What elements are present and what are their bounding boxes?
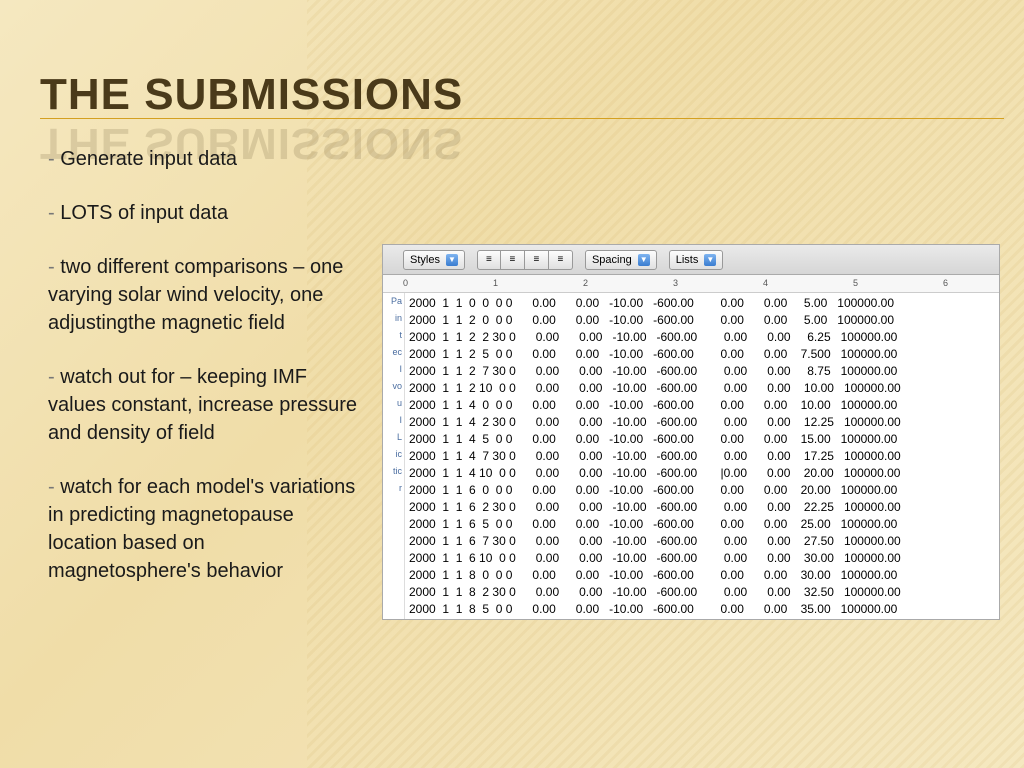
styles-dropdown[interactable]: Styles ▼ <box>403 250 465 270</box>
ruler-mark: 4 <box>763 278 768 288</box>
bullet-item: - LOTS of input data <box>48 199 358 227</box>
bullet-item: - two different comparisons – one varyin… <box>48 253 358 337</box>
ruler-mark: 5 <box>853 278 858 288</box>
embedded-editor-screenshot: Styles ▼ ≡ ≡ ≡ ≡ Spacing ▼ Lists ▼ 0 1 2… <box>382 244 1000 620</box>
align-center-icon[interactable]: ≡ <box>501 250 525 270</box>
ruler-mark: 0 <box>403 278 408 288</box>
alignment-group: ≡ ≡ ≡ ≡ <box>477 250 573 270</box>
ruler-mark: 3 <box>673 278 678 288</box>
bullet-item: - Generate input data <box>48 145 358 173</box>
bullet-list: - Generate input data - LOTS of input da… <box>48 145 358 611</box>
align-justify-icon[interactable]: ≡ <box>549 250 573 270</box>
lists-label: Lists <box>676 254 699 266</box>
ruler-mark: 2 <box>583 278 588 288</box>
slide-title: THE SUBMISSIONS <box>40 70 463 120</box>
dropdown-arrow-icon: ▼ <box>638 254 650 266</box>
spacing-dropdown[interactable]: Spacing ▼ <box>585 250 657 270</box>
lists-dropdown[interactable]: Lists ▼ <box>669 250 724 270</box>
dropdown-arrow-icon: ▼ <box>704 254 716 266</box>
left-margin-strip: Pain tec Ivou ILicticr <box>383 293 405 619</box>
bullet-item: - watch out for – keeping IMF values con… <box>48 363 358 447</box>
editor-toolbar: Styles ▼ ≡ ≡ ≡ ≡ Spacing ▼ Lists ▼ <box>383 245 999 275</box>
align-left-icon[interactable]: ≡ <box>477 250 501 270</box>
title-divider <box>40 118 1004 119</box>
align-right-icon[interactable]: ≡ <box>525 250 549 270</box>
bullet-item: - watch for each model's variations in p… <box>48 473 358 585</box>
ruler-mark: 1 <box>493 278 498 288</box>
ruler: 0 1 2 3 4 5 6 <box>383 275 999 293</box>
dropdown-arrow-icon: ▼ <box>446 254 458 266</box>
styles-label: Styles <box>410 254 440 266</box>
ruler-mark: 6 <box>943 278 948 288</box>
spacing-label: Spacing <box>592 254 632 266</box>
data-text-area: 2000 1 1 0 0 0 0 0.00 0.00 -10.00 -600.0… <box>405 293 999 619</box>
